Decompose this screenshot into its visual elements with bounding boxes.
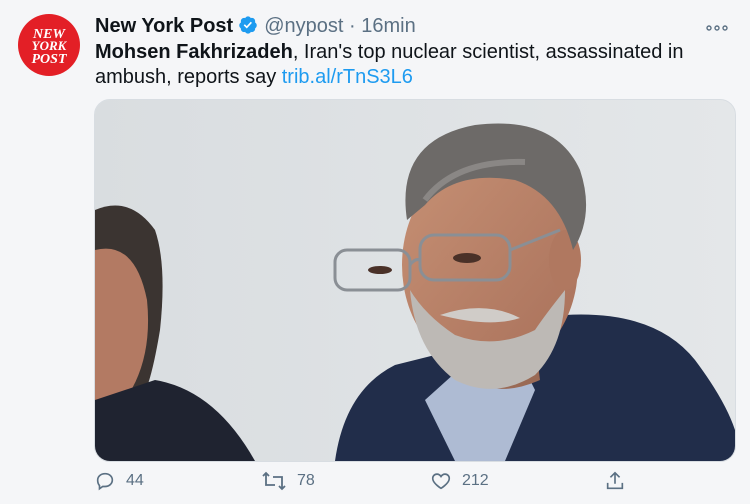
more-options-icon[interactable] xyxy=(706,16,728,37)
like-button[interactable]: 212 xyxy=(430,470,489,492)
retweet-count: 78 xyxy=(297,472,315,489)
avatar[interactable]: NEW YORK POST xyxy=(18,14,80,76)
like-count: 212 xyxy=(462,472,489,489)
tweet-link[interactable]: trib.al/rTnS3L6 xyxy=(282,66,413,88)
tweet-actions: 44 78 212 xyxy=(94,470,734,500)
tweet-text: Mohsen Fakhrizadeh, Iran's top nuclear s… xyxy=(95,40,725,90)
share-icon xyxy=(606,471,624,490)
retweet-icon xyxy=(262,471,286,491)
logo-line-2: YORK xyxy=(32,38,68,53)
heart-icon xyxy=(431,473,451,490)
photo-illustration xyxy=(95,100,735,461)
tweet-timestamp[interactable]: 16min xyxy=(361,15,415,37)
reply-icon xyxy=(96,472,114,491)
tweet-bold-name: Mohsen Fakhrizadeh xyxy=(95,41,293,63)
tweet: NEW YORK POST New York Post @nypost · 16m… xyxy=(0,0,750,504)
account-handle[interactable]: @nypost xyxy=(264,15,343,37)
retweet-button[interactable]: 78 xyxy=(261,470,315,492)
new-york-post-logo: NEW YORK POST xyxy=(32,27,68,67)
tweet-header: New York Post @nypost · 16min xyxy=(95,14,416,41)
share-button[interactable] xyxy=(604,470,636,492)
separator-dot: · xyxy=(349,15,356,37)
tweet-photo[interactable] xyxy=(94,99,736,462)
reply-button[interactable]: 44 xyxy=(94,470,144,492)
reply-count: 44 xyxy=(126,472,144,489)
account-name[interactable]: New York Post xyxy=(95,15,233,37)
logo-line-3: POST xyxy=(32,52,68,67)
verified-badge-icon xyxy=(238,15,258,41)
